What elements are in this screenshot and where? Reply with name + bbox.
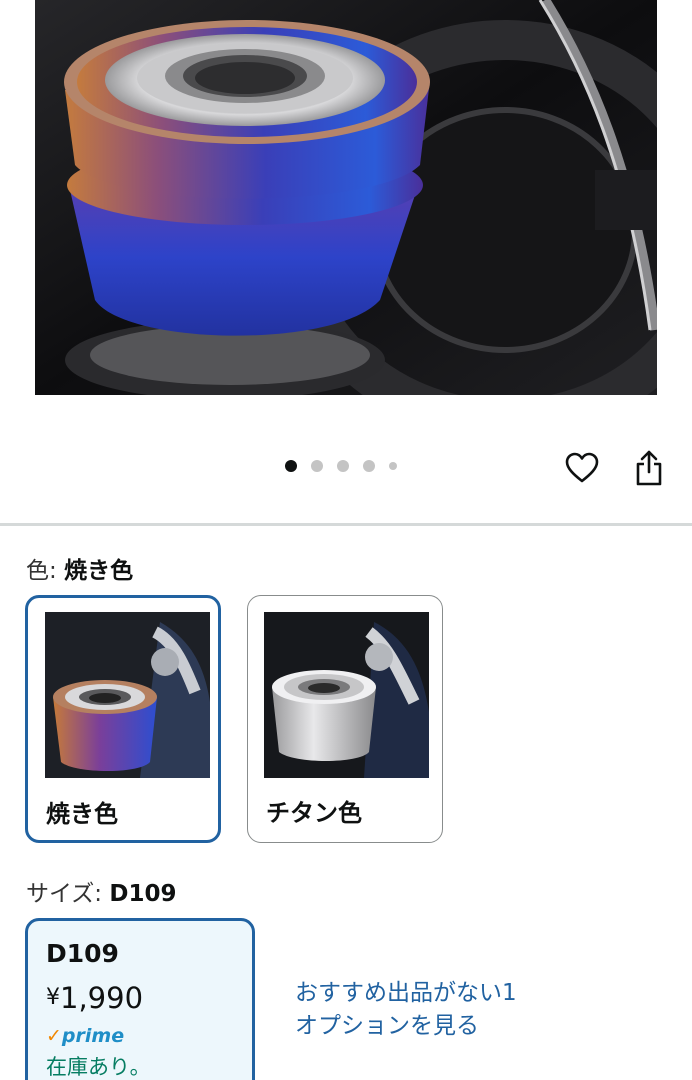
carousel-dot[interactable] (311, 460, 323, 472)
size-option-price: ¥1,990 (46, 981, 143, 1015)
image-carousel-indicator (285, 460, 411, 472)
product-main-image-graphic (35, 0, 657, 395)
price-value: 1,990 (60, 981, 144, 1015)
color-swatch-yakiiro[interactable]: 焼き色 (25, 595, 221, 843)
swatch-thumbnail (264, 612, 429, 778)
see-options-link[interactable]: おすすめ出品がない1オプションを見る (295, 977, 535, 1043)
heart-icon (565, 452, 599, 483)
swatch-label: チタン色 (266, 799, 362, 827)
swatch-thumbnail (45, 612, 210, 778)
color-variant-label: 色: 焼き色 (26, 551, 133, 585)
product-main-image[interactable] (35, 0, 657, 395)
prime-label: prime (61, 1025, 125, 1047)
size-option-name: D109 (46, 939, 119, 968)
size-label-key: サイズ: (26, 881, 103, 907)
prime-badge: ✓prime (46, 1025, 124, 1047)
share-icon (636, 450, 662, 486)
carousel-dot[interactable] (389, 462, 397, 470)
size-label-value: D109 (109, 881, 177, 907)
size-variant-label: サイズ: D109 (26, 874, 176, 908)
color-label-value: 焼き色 (64, 558, 134, 584)
carousel-dot[interactable] (337, 460, 349, 472)
carousel-dot[interactable] (363, 460, 375, 472)
add-to-wishlist-button[interactable] (562, 449, 602, 487)
color-swatch-titanium[interactable]: チタン色 (247, 595, 443, 843)
size-option-d109[interactable]: D109 ¥1,990 ✓prime 在庫あり。 (25, 918, 255, 1080)
section-divider (0, 523, 692, 526)
share-button[interactable] (630, 448, 668, 488)
prime-check-icon: ✓ (46, 1025, 62, 1047)
currency-symbol: ¥ (46, 985, 60, 1010)
carousel-dot[interactable] (285, 460, 297, 472)
color-label-key: 色: (26, 558, 57, 584)
swatch-label: 焼き色 (46, 800, 118, 828)
stock-status: 在庫あり。 (46, 1055, 151, 1079)
